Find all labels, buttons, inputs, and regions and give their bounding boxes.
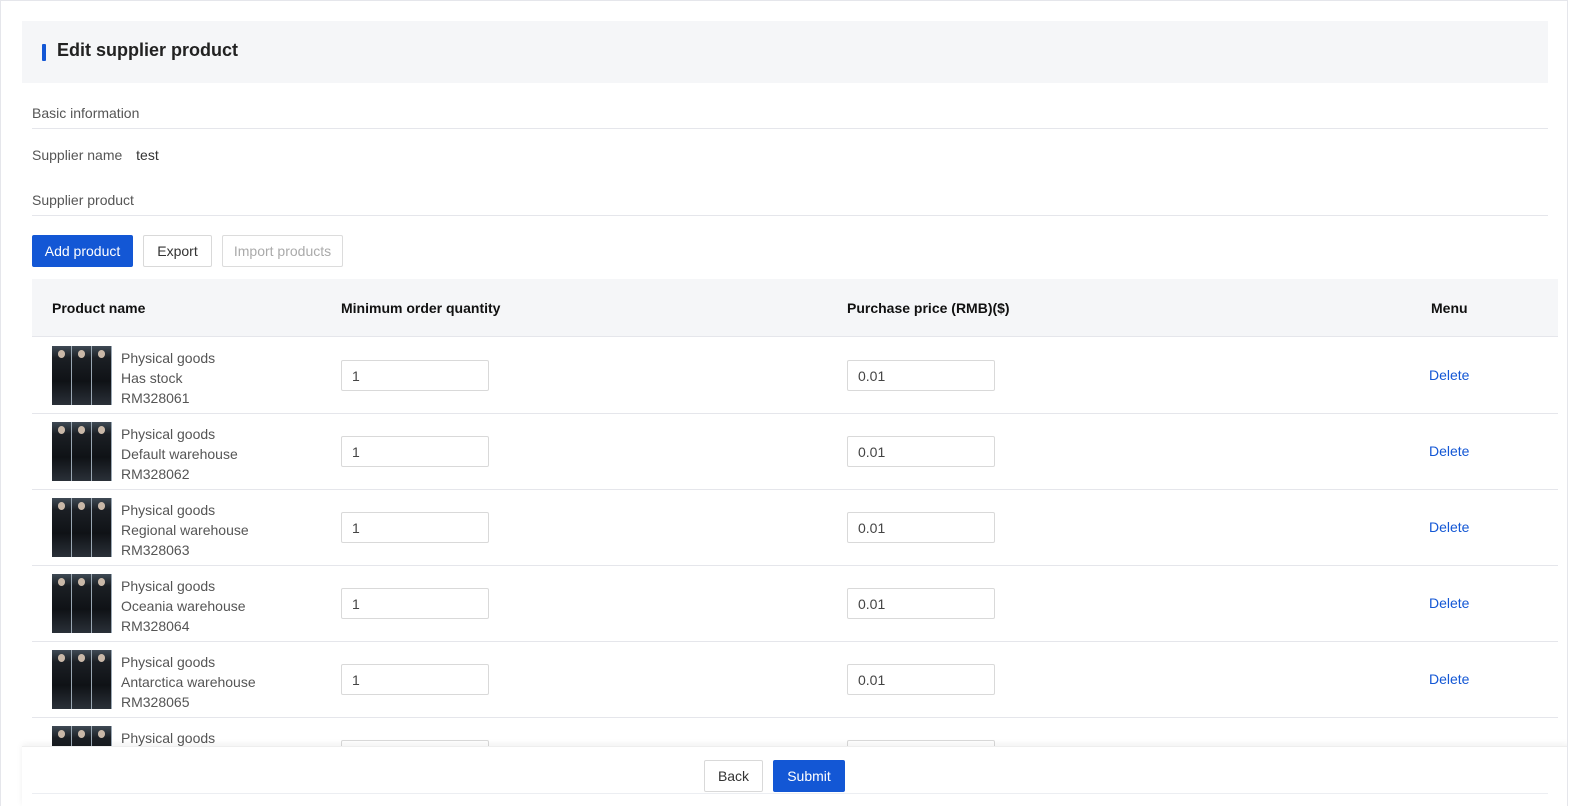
product-info: Physical goods Default warehouse RM32806… [121, 424, 238, 484]
column-header-min-order-qty: Minimum order quantity [341, 300, 501, 316]
product-info: Physical goods Has stock RM328061 [121, 348, 215, 408]
product-info: Physical goods Regional warehouse RM3280… [121, 500, 249, 560]
min-order-qty-input[interactable] [341, 436, 489, 467]
product-type: Physical goods [121, 502, 216, 518]
supplier-name-field: Supplier name test [32, 147, 159, 163]
table-header: Product name Minimum order quantity Purc… [32, 279, 1558, 337]
page-title: Edit supplier product [57, 40, 239, 60]
table-row: Physical goods Oceania warehouse RM32806… [32, 566, 1558, 642]
delete-link[interactable]: Delete [1429, 671, 1469, 687]
purchase-price-input[interactable] [847, 588, 995, 619]
product-stock: Default warehouse [121, 446, 238, 462]
product-sku: RM328065 [121, 694, 190, 710]
product-sku: RM328061 [121, 390, 190, 406]
purchase-price-input[interactable] [847, 436, 995, 467]
product-type: Physical goods [121, 578, 216, 594]
supplier-name-label: Supplier name [32, 147, 123, 163]
product-info: Physical goods Antarctica warehouse RM32… [121, 652, 256, 712]
product-thumbnail [52, 346, 112, 405]
product-type: Physical goods [121, 350, 216, 366]
product-thumbnail [52, 422, 112, 481]
page-frame: Edit supplier product Basic information … [0, 0, 1568, 806]
export-button[interactable]: Export [143, 235, 212, 267]
purchase-price-input[interactable] [847, 664, 995, 695]
table-row: Physical goods Default warehouse RM32806… [32, 414, 1558, 490]
footer-action-bar: Back Submit [22, 746, 1567, 806]
title-accent-bar [42, 44, 46, 61]
min-order-qty-input[interactable] [341, 664, 489, 695]
product-info: Physical goods Oceania warehouse RM32806… [121, 576, 246, 636]
product-thumbnail [52, 498, 112, 557]
table-row: Physical goods Regional warehouse RM3280… [32, 490, 1558, 566]
column-header-purchase-price: Purchase price (RMB)($) [847, 300, 1010, 316]
product-info: Physical goods [121, 728, 215, 748]
supplier-name-value: test [136, 147, 159, 163]
import-products-button[interactable]: Import products [222, 235, 343, 267]
product-type: Physical goods [121, 730, 216, 746]
product-stock: Regional warehouse [121, 522, 249, 538]
table-row: Physical goods Antarctica warehouse RM32… [32, 642, 1558, 718]
min-order-qty-input[interactable] [341, 588, 489, 619]
footer-divider [32, 793, 1548, 794]
product-thumbnail [52, 650, 112, 709]
delete-link[interactable]: Delete [1429, 443, 1469, 459]
section-basic-information: Basic information [32, 105, 1548, 129]
back-button[interactable]: Back [704, 760, 763, 792]
min-order-qty-input[interactable] [341, 512, 489, 543]
delete-link[interactable]: Delete [1429, 519, 1469, 535]
delete-link[interactable]: Delete [1429, 367, 1469, 383]
column-header-product-name: Product name [52, 300, 146, 316]
product-thumbnail [52, 574, 112, 633]
submit-button[interactable]: Submit [773, 760, 845, 792]
product-type: Physical goods [121, 426, 216, 442]
product-stock: Antarctica warehouse [121, 674, 256, 690]
section-supplier-product: Supplier product [32, 192, 1548, 216]
page-header: Edit supplier product [22, 21, 1548, 83]
column-header-menu: Menu [1431, 300, 1468, 316]
add-product-button[interactable]: Add product [32, 235, 133, 267]
table-row: Physical goods Has stock RM328061 Delete [32, 338, 1558, 414]
min-order-qty-input[interactable] [341, 360, 489, 391]
product-sku: RM328064 [121, 618, 190, 634]
product-stock: Has stock [121, 370, 183, 386]
product-stock: Oceania warehouse [121, 598, 246, 614]
delete-link[interactable]: Delete [1429, 595, 1469, 611]
product-sku: RM328062 [121, 466, 190, 482]
purchase-price-input[interactable] [847, 360, 995, 391]
purchase-price-input[interactable] [847, 512, 995, 543]
product-type: Physical goods [121, 654, 216, 670]
product-sku: RM328063 [121, 542, 190, 558]
